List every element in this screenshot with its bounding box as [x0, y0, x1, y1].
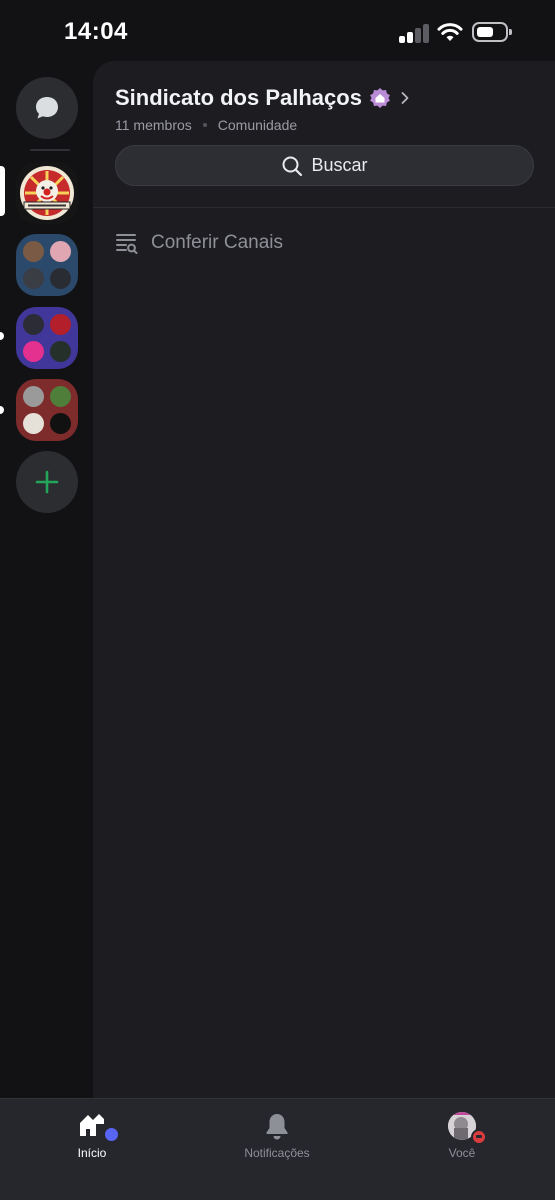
tab-home[interactable]: Início	[22, 1112, 162, 1172]
plus-icon	[35, 470, 59, 494]
chevron-right-icon	[401, 92, 409, 104]
unread-indicator	[0, 406, 4, 414]
direct-messages-button[interactable]	[16, 77, 78, 139]
search-icon	[282, 156, 303, 176]
cellular-signal-icon	[399, 23, 429, 43]
guild-name: Sindicato dos Palhaços	[115, 85, 362, 110]
server-mini-icon	[49, 412, 71, 434]
bell-icon	[266, 1114, 288, 1140]
server-mini-icon	[49, 340, 71, 362]
server-mini-icon	[23, 314, 44, 335]
tab-home-label: Início	[77, 1146, 107, 1160]
tab-you-label: Você	[448, 1146, 476, 1160]
guild-panel: Sindicato dos Palhaços 11 membros Comuni…	[93, 61, 555, 1098]
member-count: 11 membros	[115, 117, 192, 133]
server-mini-icon	[23, 241, 44, 262]
server-rail	[0, 64, 93, 1098]
status-bar: 14:04	[0, 0, 555, 64]
server-folder-1[interactable]	[16, 234, 78, 296]
active-server-indicator	[0, 166, 5, 216]
tab-notifications[interactable]: Notificações	[207, 1112, 347, 1172]
wifi-icon	[437, 23, 463, 41]
home-badge	[103, 1126, 120, 1143]
tab-you[interactable]: Você	[392, 1112, 532, 1172]
server-sindicato-dos-palhacos[interactable]	[16, 162, 78, 224]
browse-channels-button[interactable]: Conferir Canais	[115, 231, 283, 255]
header-divider	[93, 207, 555, 208]
server-mini-icon	[23, 386, 44, 407]
meta-separator	[202, 123, 207, 127]
clown-server-icon	[16, 162, 78, 224]
unread-indicator	[0, 332, 4, 340]
guild-meta: 11 membros Comunidade	[115, 117, 297, 133]
chat-bubble-icon	[36, 97, 58, 119]
rail-separator	[30, 149, 70, 151]
server-folder-2[interactable]	[16, 307, 78, 369]
server-mini-icon	[49, 314, 71, 335]
server-mini-icon	[23, 267, 44, 289]
server-folder-3[interactable]	[16, 379, 78, 441]
guild-header[interactable]: Sindicato dos Palhaços	[115, 85, 410, 111]
home-icon	[80, 1114, 104, 1136]
server-mini-icon	[49, 241, 71, 262]
bottom-tab-bar: Início Notificações Você	[0, 1098, 555, 1200]
server-mini-icon	[49, 267, 71, 289]
server-mini-icon	[49, 386, 71, 407]
guild-type: Comunidade	[217, 117, 298, 133]
search-label: Buscar	[311, 155, 368, 175]
add-server-button[interactable]	[16, 451, 78, 513]
server-mini-icon	[23, 340, 44, 362]
do-not-disturb-status-icon	[471, 1129, 487, 1145]
tab-notifications-label: Notificações	[244, 1146, 310, 1160]
server-mini-icon	[23, 412, 44, 434]
battery-icon	[472, 22, 512, 42]
community-badge-icon	[370, 88, 390, 108]
browse-channels-label: Conferir Canais	[151, 232, 283, 253]
search-button[interactable]: Buscar	[115, 145, 534, 186]
browse-channels-icon	[116, 234, 138, 254]
status-time: 14:04	[64, 18, 128, 45]
